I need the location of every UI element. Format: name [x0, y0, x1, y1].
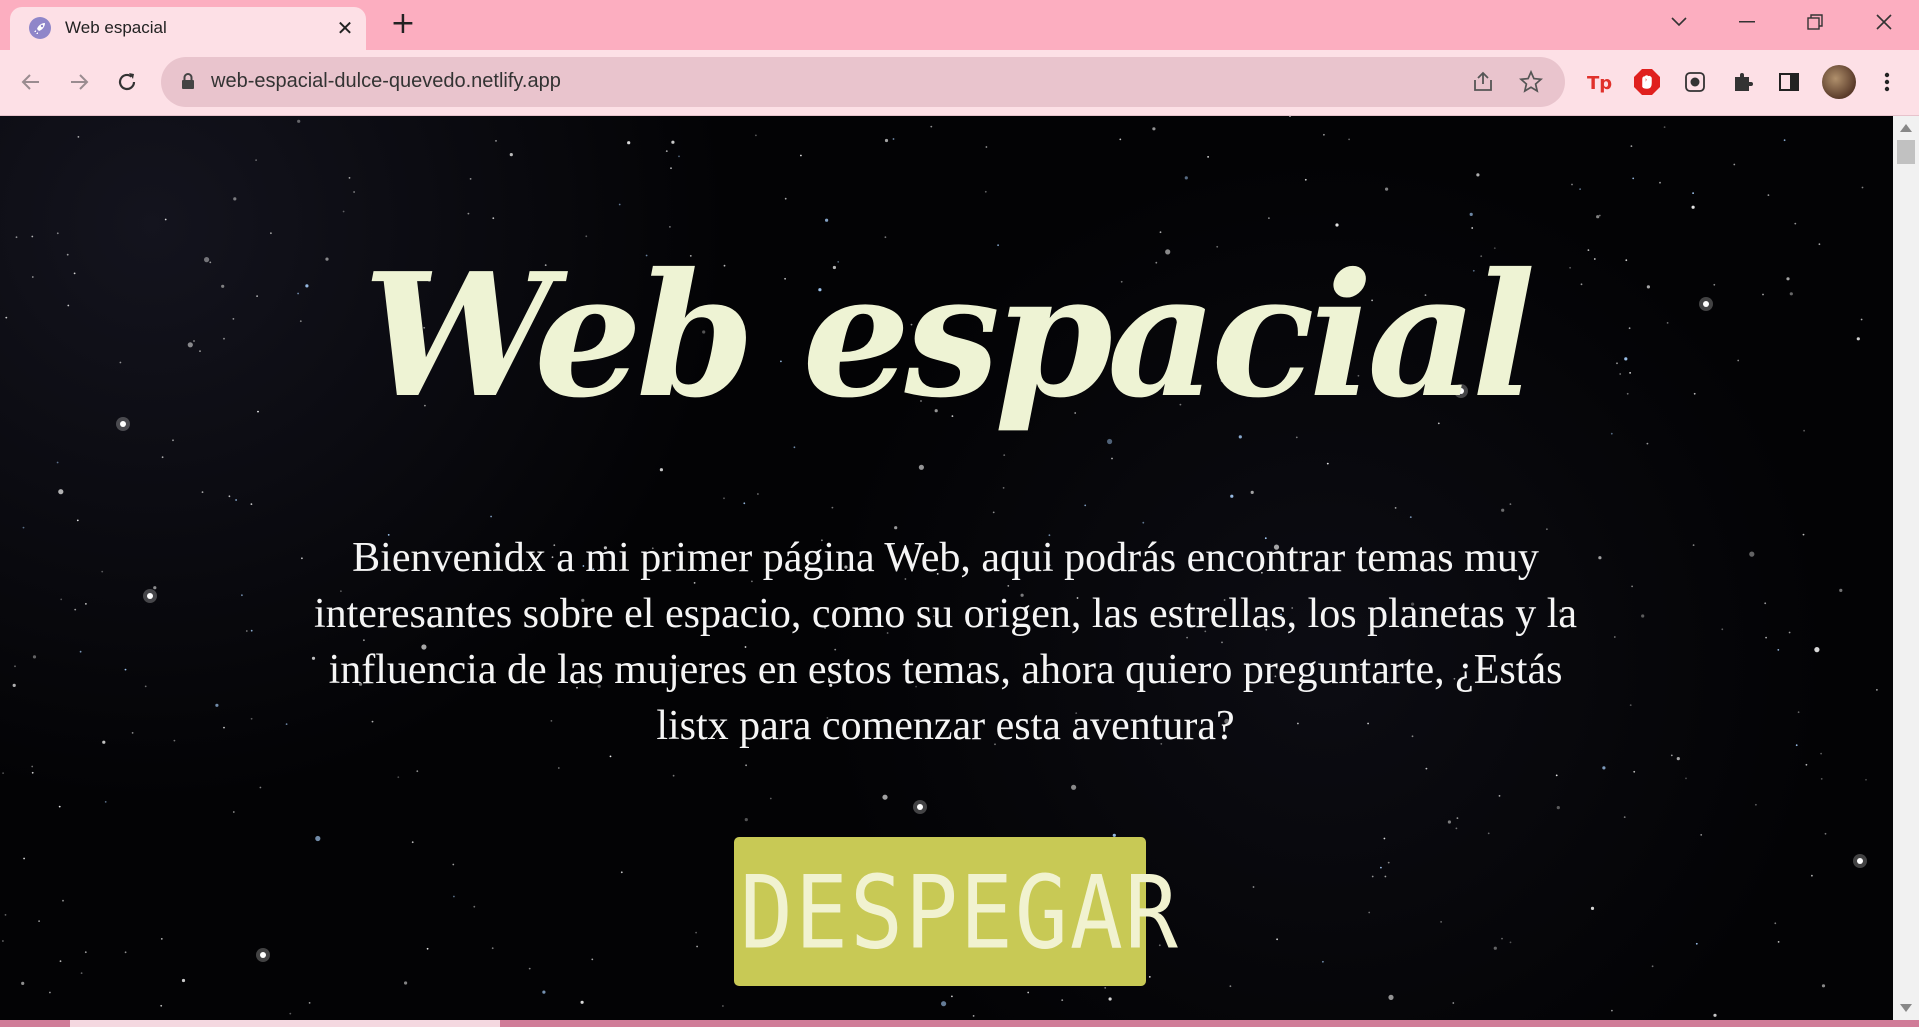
chevron-down-icon[interactable]: [1644, 0, 1714, 44]
share-icon[interactable]: [1471, 70, 1495, 94]
url-text[interactable]: web-espacial-dulce-quevedo.netlify.app: [211, 70, 561, 93]
page-viewport: Web espacial Bienvenidx a mi primer pági…: [0, 116, 1893, 1020]
browser-tab[interactable]: Web espacial ✕: [10, 7, 366, 50]
tp-extension-icon[interactable]: Tp: [1582, 65, 1616, 99]
profile-avatar[interactable]: [1822, 65, 1856, 99]
browser-toolbar: web-espacial-dulce-quevedo.netlify.app T…: [0, 50, 1919, 116]
restore-icon[interactable]: [1780, 0, 1850, 44]
puzzle-icon[interactable]: [1726, 65, 1760, 99]
intro-text: Bienvenidx a mi primer página Web, aqui …: [313, 535, 1578, 749]
bottom-strip: [0, 1020, 1919, 1027]
back-icon[interactable]: [14, 65, 48, 99]
rocket-icon: [29, 17, 51, 39]
launch-button[interactable]: DESPEGAR: [734, 837, 1178, 986]
forward-icon[interactable]: [62, 65, 96, 99]
vertical-scrollbar[interactable]: [1893, 116, 1919, 1020]
scroll-up-arrow-icon[interactable]: [1900, 124, 1912, 132]
minimize-icon[interactable]: [1712, 0, 1782, 44]
record-icon[interactable]: [1678, 65, 1712, 99]
adblock-icon[interactable]: [1630, 65, 1664, 99]
scroll-down-arrow-icon[interactable]: [1900, 1004, 1912, 1012]
close-icon[interactable]: [1849, 0, 1919, 44]
svg-text:Tp: Tp: [1587, 73, 1612, 93]
scroll-thumb[interactable]: [1897, 140, 1915, 164]
close-tab-icon[interactable]: ✕: [332, 15, 358, 41]
address-bar[interactable]: web-espacial-dulce-quevedo.netlify.app: [161, 57, 1565, 107]
page-title: Web espacial: [363, 236, 1536, 436]
tab-title: Web espacial: [65, 18, 167, 37]
more-menu-icon[interactable]: [1870, 65, 1904, 99]
launch-button-label: DESPEGAR: [740, 853, 1180, 972]
lock-icon[interactable]: [181, 73, 195, 94]
star-icon[interactable]: [1518, 69, 1544, 94]
reload-icon[interactable]: [110, 65, 144, 99]
bottom-segment: [70, 1020, 500, 1027]
side-panel-icon[interactable]: [1772, 65, 1806, 99]
tab-strip: Web espacial ✕ +: [0, 0, 1919, 50]
plus-icon[interactable]: +: [388, 9, 418, 40]
